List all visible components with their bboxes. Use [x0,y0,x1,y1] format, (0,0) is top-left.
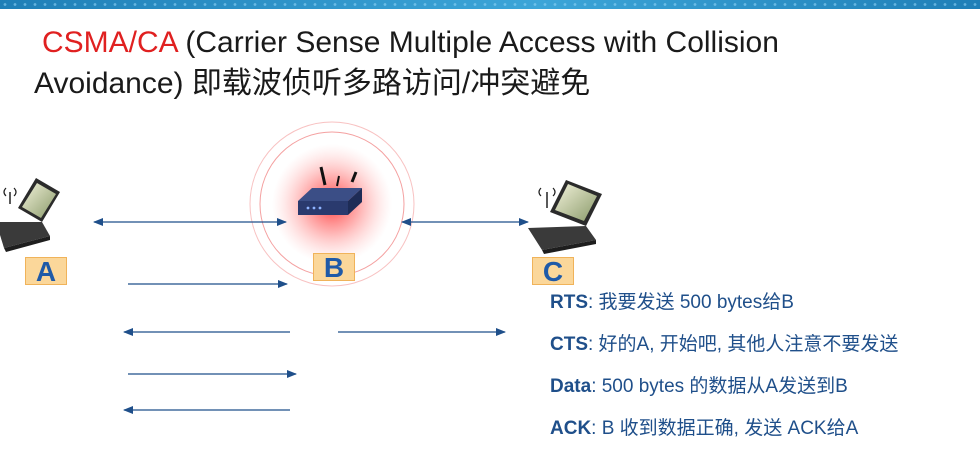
legend-text: : B 收到数据正确, 发送 ACK给A [591,418,859,439]
legend-text: : 我要发送 500 bytes给B [588,292,794,313]
legend-text: : 好的A, 开始吧, 其他人注意不要发送 [588,334,899,355]
legend-ack: ACK: B 收到数据正确, 发送 ACK给A [550,414,975,456]
laptop-a-icon [0,178,60,252]
legend-key: Data [550,376,592,397]
legend-key: RTS [550,292,588,313]
legend-text: : 500 bytes 的数据从A发送到B [591,376,848,397]
node-b-label: B [313,253,355,282]
legend-rts: RTS: 我要发送 500 bytes给B [550,288,975,330]
message-legend: RTS: 我要发送 500 bytes给B CTS: 好的A, 开始吧, 其他人… [550,288,975,456]
legend-key: ACK [550,418,592,439]
node-a-label: A [25,257,67,286]
laptop-c-icon [528,180,602,254]
legend-data: Data: 500 bytes 的数据从A发送到B [550,372,975,414]
legend-key: CTS [550,334,588,355]
node-c-label: C [532,257,574,286]
legend-cts: CTS: 好的A, 开始吧, 其他人注意不要发送 [550,330,975,372]
